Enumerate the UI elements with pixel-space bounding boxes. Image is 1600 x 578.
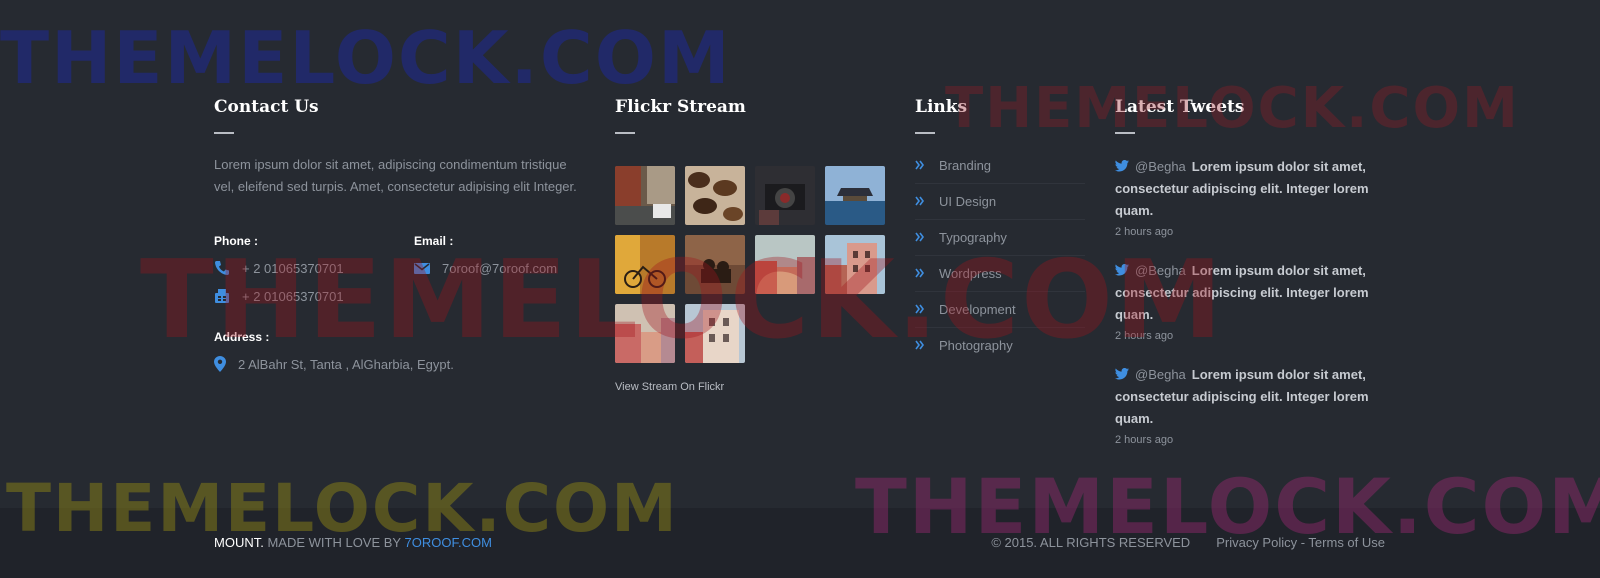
flickr-grid xyxy=(615,166,895,363)
credit-link[interactable]: 7OROOF.COM xyxy=(405,535,492,550)
link-label: Wordpress xyxy=(939,266,1002,281)
twitter-bird-icon xyxy=(1115,365,1129,380)
email-row: 7oroof@7oroof.com xyxy=(414,260,557,276)
address-block: Address : 2 AlBahr St, Tanta , AlGharbia… xyxy=(214,330,454,372)
flickr-column: Flickr Stream View Stream On Flickr xyxy=(615,96,895,393)
double-chevron-right-icon xyxy=(915,338,925,353)
flickr-photo-vintage-camera[interactable] xyxy=(755,166,815,225)
copyright-text: © 2015. ALL RIGHTS RESERVED xyxy=(991,535,1191,550)
envelope-icon xyxy=(414,260,430,276)
contact-description: Lorem ipsum dolor sit amet, adipiscing c… xyxy=(214,157,577,194)
double-chevron-right-icon xyxy=(915,194,925,209)
title-divider xyxy=(615,132,635,134)
title-divider xyxy=(214,132,234,134)
link-label: Branding xyxy=(939,158,992,173)
tweet-item: @Begha Lorem ipsum dolor sit amet, consec… xyxy=(1115,156,1385,238)
tweet-body: @Begha Lorem ipsum dolor sit amet, consec… xyxy=(1115,260,1385,326)
double-chevron-right-icon xyxy=(915,302,925,317)
links-list: Branding UI Design Typography Wordpress … xyxy=(915,148,1085,363)
view-flickr-stream-link[interactable]: View Stream On Flickr xyxy=(615,381,895,393)
tweets-title: Latest Tweets xyxy=(1115,97,1245,117)
link-label: Typography xyxy=(939,230,1007,245)
twitter-bird-icon xyxy=(1115,261,1129,276)
brand-name: MOUNT. xyxy=(214,535,264,550)
link-item-photography[interactable]: Photography xyxy=(915,328,1085,363)
title-divider xyxy=(1115,132,1135,134)
tweet-time: 2 hours ago xyxy=(1115,226,1174,238)
email-label: Email : xyxy=(414,234,454,248)
link-item-typography[interactable]: Typography xyxy=(915,220,1085,256)
links-column: Links Branding UI Design Typography Word… xyxy=(915,96,1085,363)
address-text: 2 AlBahr St, Tanta , AlGharbia, Egypt. xyxy=(238,356,454,372)
phone-number[interactable]: + 2 01065370701 xyxy=(242,261,344,276)
address-row: 2 AlBahr St, Tanta , AlGharbia, Egypt. xyxy=(214,356,454,372)
link-item-ui-design[interactable]: UI Design xyxy=(915,184,1085,220)
link-item-wordpress[interactable]: Wordpress xyxy=(915,256,1085,292)
flickr-photo-harbor-building[interactable] xyxy=(825,166,885,225)
phone-row: + 2 01065370701 xyxy=(214,260,344,276)
contact-column: Contact Us Lorem ipsum dolor sit amet, a… xyxy=(214,96,584,384)
tweet-handle-link[interactable]: @Begha xyxy=(1135,263,1186,278)
footer-legal: © 2015. ALL RIGHTS RESERVED Privacy Polic… xyxy=(991,535,1385,550)
flickr-photo-pink-street[interactable] xyxy=(615,304,675,363)
fax-number[interactable]: + 2 01065370701 xyxy=(242,289,344,304)
tweet-handle-link[interactable]: @Begha xyxy=(1135,367,1186,382)
double-chevron-right-icon xyxy=(915,158,925,173)
flickr-photo-autumn-bicycle[interactable] xyxy=(615,235,675,294)
tweet-item: @Begha Lorem ipsum dolor sit amet, consec… xyxy=(1115,260,1385,342)
twitter-bird-icon xyxy=(1115,157,1129,172)
link-label: Development xyxy=(939,302,1016,317)
phone-icon xyxy=(214,260,230,276)
made-with-text: MADE WITH LOVE BY xyxy=(267,535,401,550)
double-chevron-right-icon xyxy=(915,230,925,245)
contact-title: Contact Us xyxy=(214,97,319,117)
link-item-development[interactable]: Development xyxy=(915,292,1085,328)
policy-links[interactable]: Privacy Policy - Terms of Use xyxy=(1216,535,1385,550)
tweet-time: 2 hours ago xyxy=(1115,330,1174,342)
title-divider xyxy=(915,132,935,134)
fax-icon xyxy=(214,288,230,304)
phone-label: Phone : xyxy=(214,234,258,248)
fax-row: + 2 01065370701 xyxy=(214,288,344,304)
address-label: Address : xyxy=(214,330,270,344)
link-label: UI Design xyxy=(939,194,997,209)
double-chevron-right-icon xyxy=(915,266,925,281)
flickr-photo-city-street[interactable] xyxy=(755,235,815,294)
tweet-time: 2 hours ago xyxy=(1115,434,1174,446)
flickr-photo-couple-sunset[interactable] xyxy=(685,235,745,294)
flickr-photo-street-bicycle[interactable] xyxy=(615,166,675,225)
contact-info: Phone : + 2 01065370701 + 2 01065370701 … xyxy=(214,234,584,384)
link-label: Photography xyxy=(939,338,1013,353)
tweet-body: @Begha Lorem ipsum dolor sit amet, consec… xyxy=(1115,156,1385,222)
flickr-title: Flickr Stream xyxy=(615,97,746,117)
tweets-column: Latest Tweets @Begha Lorem ipsum dolor si… xyxy=(1115,96,1395,446)
footer-credit: MOUNT. MADE WITH LOVE BY 7OROOF.COM xyxy=(214,535,492,550)
flickr-photo-coffee-beans[interactable] xyxy=(685,166,745,225)
email-block: Email : 7oroof@7oroof.com xyxy=(414,234,557,276)
tweet-item: @Begha Lorem ipsum dolor sit amet, consec… xyxy=(1115,364,1385,446)
email-link[interactable]: 7oroof@7oroof.com xyxy=(442,261,557,276)
tweet-body: @Begha Lorem ipsum dolor sit amet, consec… xyxy=(1115,364,1385,430)
tweet-handle-link[interactable]: @Begha xyxy=(1135,159,1186,174)
phone-block: Phone : + 2 01065370701 + 2 01065370701 xyxy=(214,234,344,304)
links-title: Links xyxy=(915,97,968,117)
map-marker-icon xyxy=(214,356,226,372)
flickr-photo-pink-building[interactable] xyxy=(825,235,885,294)
link-item-branding[interactable]: Branding xyxy=(915,148,1085,184)
flickr-photo-apartment-building[interactable] xyxy=(685,304,745,363)
